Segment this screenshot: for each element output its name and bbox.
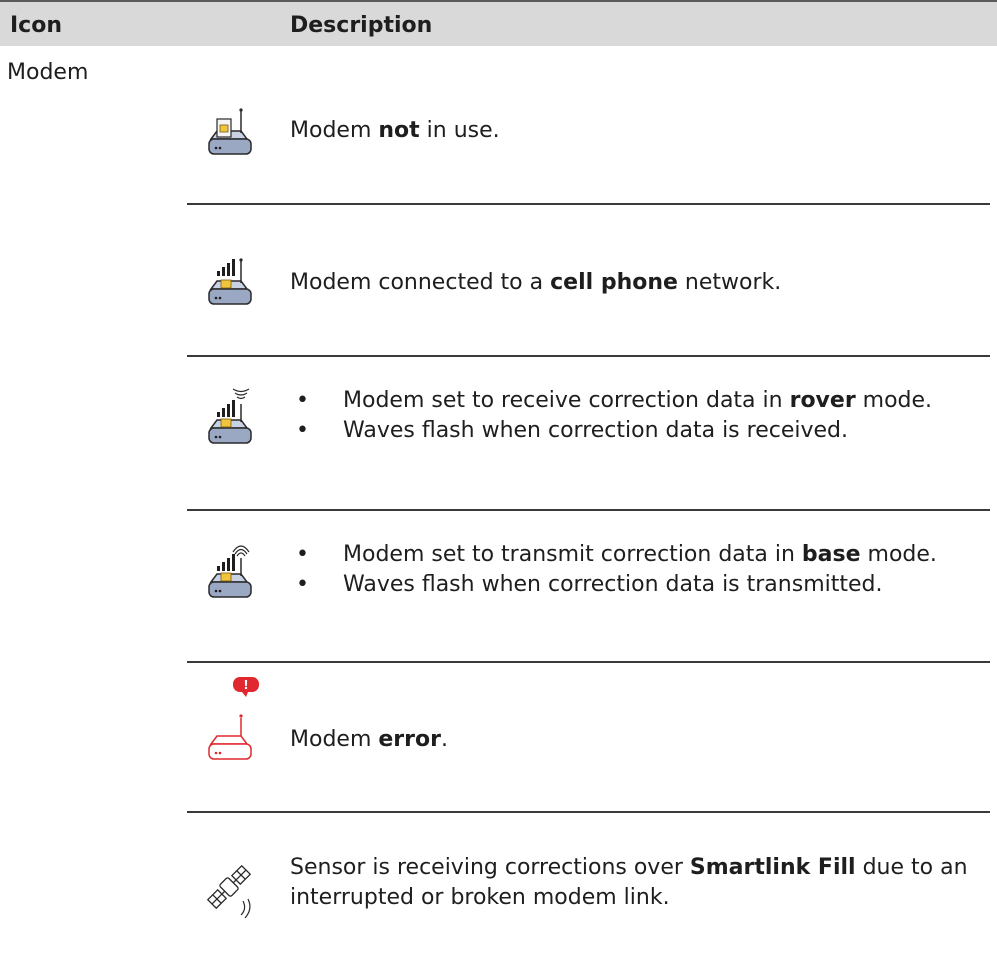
modem-cell-network-icon: [197, 249, 261, 313]
row-description: Modem error.: [290, 725, 960, 755]
modem-error-icon: !: [197, 674, 261, 770]
text-run: network.: [677, 270, 782, 295]
row-bullet-list: Modem set to transmit correction data in…: [290, 540, 980, 600]
row-description: Modem connected to a cell phone network.: [290, 268, 960, 298]
text-run: Modem connected to a: [290, 270, 551, 295]
text-run: Modem set to receive correction data in: [343, 388, 790, 413]
header-description-column: Description: [290, 13, 433, 38]
text-run: Waves flash when correction data is rece…: [343, 418, 848, 443]
row-divider: [187, 811, 990, 813]
text-run: in use.: [419, 118, 500, 143]
row-divider: [187, 203, 990, 205]
bullet-item: Modem set to transmit correction data in…: [290, 540, 980, 570]
text-run: Waves flash when correction data is tran…: [343, 572, 883, 597]
modem-not-in-use-icon: [197, 99, 261, 163]
row-description: Modem not in use.: [290, 116, 960, 146]
text-run: mode.: [860, 542, 937, 567]
row-bullet-list: Modem set to receive correction data in …: [290, 386, 980, 446]
emphasis-text: error: [378, 727, 441, 752]
modem-base-transmit-icon: [197, 540, 261, 604]
row-description: Sensor is receiving corrections over Sma…: [290, 853, 990, 913]
modem-rover-receive-icon: [197, 386, 261, 450]
emphasis-text: base: [801, 542, 861, 567]
bullet-item: Waves flash when correction data is tran…: [290, 570, 980, 600]
smartlink-fill-satellite-icon: [197, 857, 261, 921]
emphasis-text: rover: [789, 388, 856, 413]
header-icon-column: Icon: [10, 13, 63, 38]
text-run: .: [440, 727, 448, 752]
bullet-item: Modem set to receive correction data in …: [290, 386, 980, 416]
emphasis-text: cell phone: [550, 270, 678, 295]
text-run: Sensor is receiving corrections over: [290, 855, 690, 880]
text-run: Modem: [290, 118, 379, 143]
text-run: Modem set to transmit correction data in: [343, 542, 802, 567]
svg-text:!: !: [243, 678, 248, 692]
table-header: Icon Description: [0, 0, 997, 46]
emphasis-text: Smartlink Fill: [689, 855, 856, 880]
bullet-item: Waves flash when correction data is rece…: [290, 416, 980, 446]
text-run: mode.: [855, 388, 933, 413]
section-title: Modem: [7, 60, 89, 85]
row-divider: [187, 661, 990, 663]
text-run: Modem: [290, 727, 379, 752]
row-divider: [187, 355, 990, 357]
row-divider: [187, 509, 990, 511]
emphasis-text: not: [378, 118, 420, 143]
